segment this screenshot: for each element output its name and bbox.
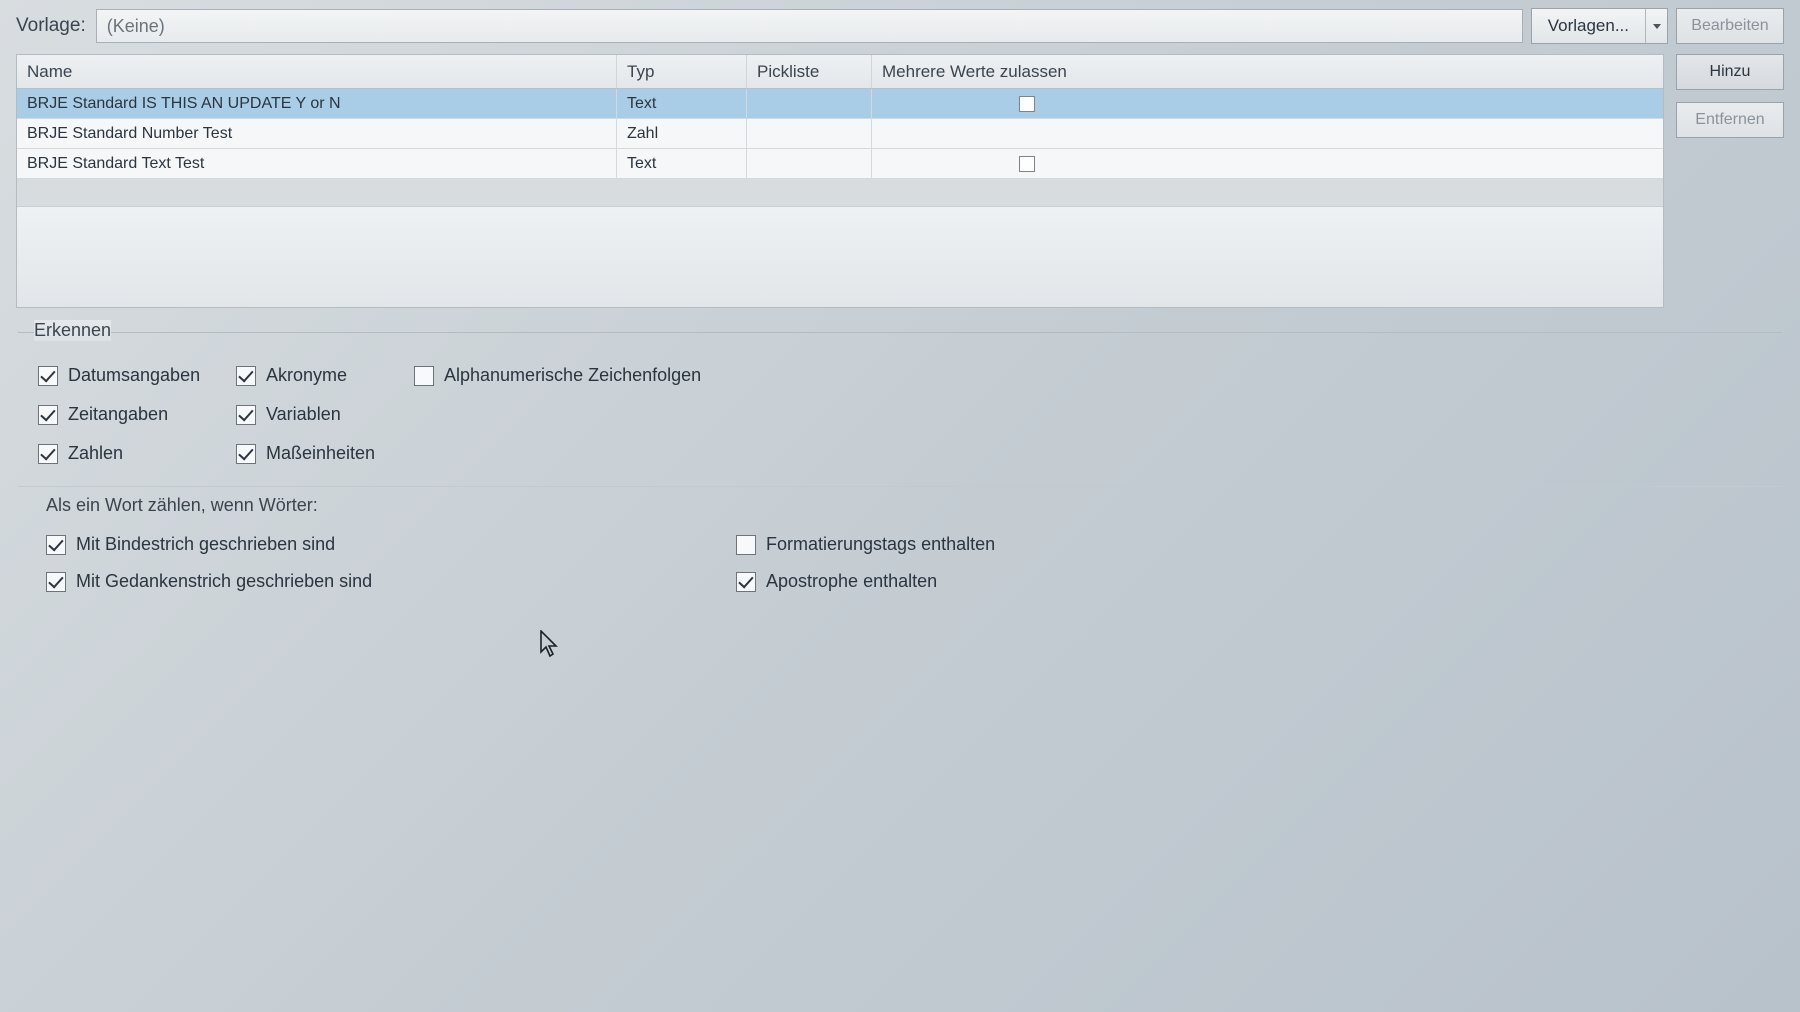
check-zahlen[interactable]: Zahlen (38, 443, 228, 464)
cell-type: Text (617, 149, 747, 178)
vorlagen-dropdown-toggle[interactable] (1645, 9, 1667, 43)
checkbox-icon (46, 572, 66, 592)
vorlage-combobox[interactable]: (Keine) (96, 9, 1523, 43)
word-count-grid: Mit Bindestrich geschrieben sind Mit Ged… (46, 534, 1764, 592)
cell-picklist (747, 119, 872, 148)
check-label: Alphanumerische Zeichenfolgen (444, 365, 701, 386)
check-label: Apostrophe enthalten (766, 571, 937, 592)
settings-panel: Vorlage: (Keine) Vorlagen... Bearbeiten … (0, 0, 1800, 610)
erkennen-fieldset: Erkennen Datumsangaben Akronyme Alphanum… (18, 332, 1782, 486)
cell-multi (872, 119, 1182, 148)
check-apostrophe[interactable]: Apostrophe enthalten (736, 571, 1136, 592)
cell-picklist (747, 149, 872, 178)
col-header-type[interactable]: Typ (617, 55, 747, 88)
check-zeitangaben[interactable]: Zeitangaben (38, 404, 228, 425)
erkennen-legend: Erkennen (28, 320, 117, 341)
vorlagen-button[interactable]: Vorlagen... (1531, 8, 1668, 44)
checkbox-icon (38, 405, 58, 425)
check-label: Akronyme (266, 365, 347, 386)
cell-multi (872, 89, 1182, 118)
check-label: Datumsangaben (68, 365, 200, 386)
check-label: Mit Bindestrich geschrieben sind (76, 534, 335, 555)
col-header-name[interactable]: Name (17, 55, 617, 88)
word-col-left: Mit Bindestrich geschrieben sind Mit Ged… (46, 534, 696, 592)
fields-table-body: BRJE Standard IS THIS AN UPDATE Y or NTe… (17, 89, 1663, 307)
cell-name: BRJE Standard IS THIS AN UPDATE Y or N (17, 89, 617, 118)
table-row[interactable]: BRJE Standard Number TestZahl (17, 119, 1663, 149)
check-akronyme[interactable]: Akronyme (236, 365, 406, 386)
checkbox-icon (38, 444, 58, 464)
vorlage-combo-value: (Keine) (107, 16, 165, 37)
entfernen-button-label: Entfernen (1695, 111, 1764, 129)
hinzu-button[interactable]: Hinzu (1676, 54, 1784, 90)
check-label: Zahlen (68, 443, 123, 464)
check-variablen[interactable]: Variablen (236, 404, 406, 425)
word-col-right: Formatierungstags enthalten Apostrophe e… (736, 534, 1136, 592)
check-formattags[interactable]: Formatierungstags enthalten (736, 534, 1136, 555)
hinzu-button-label: Hinzu (1710, 63, 1751, 81)
col-header-multi[interactable]: Mehrere Werte zulassen (872, 55, 1182, 88)
check-gedankenstrich[interactable]: Mit Gedankenstrich geschrieben sind (46, 571, 696, 592)
checkbox-icon (38, 366, 58, 386)
check-label: Variablen (266, 404, 341, 425)
cell-type: Text (617, 89, 747, 118)
row-multi-checkbox[interactable] (1019, 156, 1035, 172)
cell-type: Zahl (617, 119, 747, 148)
bearbeiten-button[interactable]: Bearbeiten (1676, 8, 1784, 44)
checkbox-icon (236, 444, 256, 464)
checkbox-icon (736, 535, 756, 555)
col-header-picklist[interactable]: Pickliste (747, 55, 872, 88)
checkbox-icon (736, 572, 756, 592)
entfernen-button[interactable]: Entfernen (1676, 102, 1784, 138)
template-selector-row: Vorlage: (Keine) Vorlagen... Bearbeiten (0, 8, 1800, 54)
erkennen-options-grid: Datumsangaben Akronyme Alphanumerische Z… (18, 337, 1782, 486)
table-row[interactable]: BRJE Standard IS THIS AN UPDATE Y or NTe… (17, 89, 1663, 119)
checkbox-icon (236, 405, 256, 425)
checkbox-icon (46, 535, 66, 555)
check-label: Maßeinheiten (266, 443, 375, 464)
check-label: Mit Gedankenstrich geschrieben sind (76, 571, 372, 592)
check-label: Zeitangaben (68, 404, 168, 425)
cell-multi (872, 149, 1182, 178)
check-bindestrich[interactable]: Mit Bindestrich geschrieben sind (46, 534, 696, 555)
checkbox-icon (414, 366, 434, 386)
vorlagen-button-label: Vorlagen... (1532, 16, 1645, 36)
fields-table-header: Name Typ Pickliste Mehrere Werte zulasse… (17, 55, 1663, 89)
word-count-heading: Als ein Wort zählen, wenn Wörter: (46, 495, 1764, 516)
bearbeiten-button-label: Bearbeiten (1691, 17, 1768, 35)
table-filler (17, 207, 1663, 307)
word-count-section: Als ein Wort zählen, wenn Wörter: Mit Bi… (18, 486, 1782, 610)
cell-name: BRJE Standard Number Test (17, 119, 617, 148)
table-empty-row (17, 179, 1663, 207)
table-row[interactable]: BRJE Standard Text TestText (17, 149, 1663, 179)
checkbox-icon (236, 366, 256, 386)
check-label: Formatierungstags enthalten (766, 534, 995, 555)
cell-name: BRJE Standard Text Test (17, 149, 617, 178)
fields-table[interactable]: Name Typ Pickliste Mehrere Werte zulasse… (16, 54, 1664, 308)
vorlage-label: Vorlage: (16, 15, 86, 37)
mouse-cursor-icon (540, 630, 560, 665)
check-masseinheiten[interactable]: Maßeinheiten (236, 443, 406, 464)
cell-picklist (747, 89, 872, 118)
row-multi-checkbox[interactable] (1019, 96, 1035, 112)
check-alphanum[interactable]: Alphanumerische Zeichenfolgen (414, 365, 714, 386)
check-datumsangaben[interactable]: Datumsangaben (38, 365, 228, 386)
table-side-buttons: Hinzu Entfernen (1676, 54, 1784, 138)
chevron-down-icon (1653, 24, 1661, 29)
fields-table-area: Name Typ Pickliste Mehrere Werte zulasse… (0, 54, 1800, 308)
